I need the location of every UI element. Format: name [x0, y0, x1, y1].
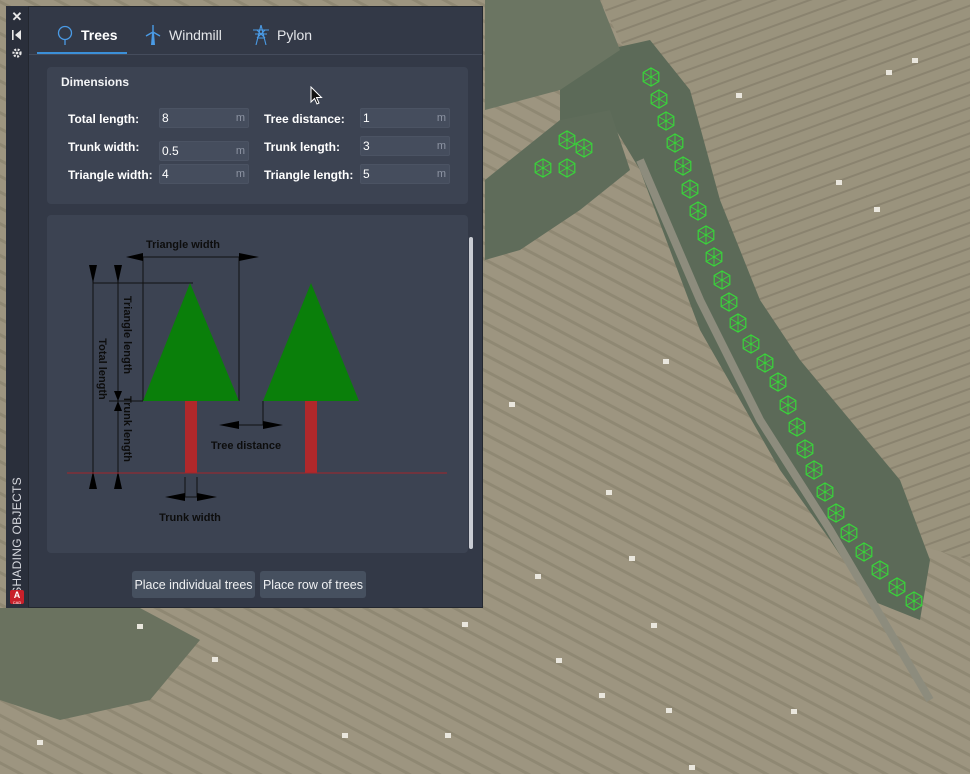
trunk-length-caption: Trunk length — [121, 396, 133, 462]
tree-canopy — [263, 283, 359, 401]
triangle-width-label: Triangle width: — [68, 168, 153, 182]
trunk-length-input[interactable] — [363, 138, 435, 154]
tab-windmill[interactable]: Windmill — [143, 20, 222, 50]
tree-icon — [55, 25, 75, 45]
close-icon[interactable]: ✕ — [6, 10, 28, 24]
triangle-width-field[interactable]: m — [159, 164, 249, 184]
section-heading: Dimensions — [61, 75, 130, 89]
tab-trees[interactable]: Trees — [55, 20, 118, 50]
tree-distance-field[interactable]: m — [360, 108, 450, 128]
tree-trunk — [305, 401, 317, 473]
triangle-width-caption: Triangle width — [146, 239, 220, 251]
tree-trunk — [185, 401, 197, 473]
tab-label: Trees — [81, 27, 118, 43]
tree-distance-caption: Tree distance — [211, 440, 281, 452]
triangle-width-input[interactable] — [162, 166, 234, 182]
tree-dimensions-diagram: Triangle width Total length Triangle len… — [47, 215, 468, 553]
unit-label: m — [436, 168, 446, 180]
triangle-length-field[interactable]: m — [360, 164, 450, 184]
tree-distance-label: Tree distance: — [264, 112, 345, 126]
trunk-length-field[interactable]: m — [360, 136, 450, 156]
windmill-icon — [143, 25, 163, 45]
trunk-length-label: Trunk length: — [264, 140, 340, 154]
unit-label: m — [235, 168, 245, 180]
tab-label: Windmill — [169, 27, 222, 43]
tree-canopy — [143, 283, 239, 401]
unit-label: m — [436, 140, 446, 152]
panel-title: SHADING OBJECTS — [10, 477, 24, 595]
place-row-of-trees-button[interactable]: Place row of trees — [260, 571, 366, 598]
tab-bar: Trees Windmill Pylon — [29, 7, 484, 55]
unit-label: m — [235, 112, 245, 124]
app-logo: A CAD — [10, 590, 24, 605]
pylon-icon — [251, 25, 271, 45]
tree-distance-input[interactable] — [363, 110, 435, 126]
dimensions-section: Dimensions Total length: m Tree distance… — [47, 67, 468, 204]
collapse-icon[interactable] — [6, 29, 28, 43]
unit-label: m — [436, 112, 446, 124]
mouse-cursor-icon — [310, 86, 323, 105]
shading-objects-panel: Trees Windmill Pylon Dimensions Total le… — [28, 6, 483, 608]
trunk-width-caption: Trunk width — [159, 512, 221, 524]
trunk-width-field[interactable]: m — [159, 141, 249, 161]
tab-pylon[interactable]: Pylon — [251, 20, 312, 50]
total-length-label: Total length: — [68, 112, 140, 126]
diagram-scrollbar[interactable] — [469, 237, 473, 549]
total-length-field[interactable]: m — [159, 108, 249, 128]
triangle-length-caption: Triangle length — [121, 296, 133, 375]
trunk-width-input[interactable] — [162, 143, 234, 159]
tab-divider — [29, 54, 482, 55]
total-length-caption: Total length — [96, 338, 108, 400]
triangle-length-input[interactable] — [363, 166, 435, 182]
triangle-length-label: Triangle length: — [264, 168, 354, 182]
gear-icon[interactable] — [6, 47, 28, 62]
side-strip: ✕ SHADING OBJECTS A CAD — [6, 6, 29, 608]
unit-label: m — [235, 145, 245, 157]
total-length-input[interactable] — [162, 110, 234, 126]
place-individual-trees-button[interactable]: Place individual trees — [132, 571, 255, 598]
trunk-width-label: Trunk width: — [68, 140, 140, 154]
tab-label: Pylon — [277, 27, 313, 43]
